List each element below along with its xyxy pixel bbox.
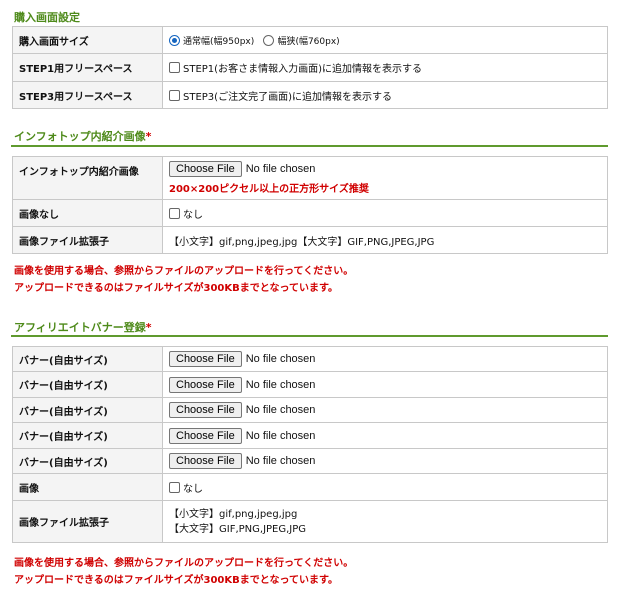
- infotop-image-label: インフォトップ内紹介画像: [12, 156, 163, 200]
- infotop-image-row: インフォトップ内紹介画像 Choose File No file chosen 2…: [12, 156, 608, 200]
- step3-row: STEP3用フリースペース STEP3(ご注文完了画面)に追加情報を表示する: [12, 81, 608, 109]
- size-recommendation: 200×200ピクセル以上の正方形サイズ推奨: [169, 184, 369, 195]
- step3-checkbox[interactable]: [169, 89, 180, 101]
- choose-file-button[interactable]: Choose File: [169, 453, 242, 469]
- step3-option-cell: STEP3(ご注文完了画面)に追加情報を表示する: [162, 81, 608, 109]
- file-name-text: No file chosen: [245, 163, 316, 175]
- purchase-size-row: 購入画面サイズ 通常幅(幅950px) 幅狭(幅760px): [12, 26, 608, 54]
- banner-image-label: 画像: [12, 473, 163, 501]
- banner-label: バナー(自由サイズ): [12, 448, 163, 474]
- choose-file-button[interactable]: Choose File: [169, 427, 242, 444]
- extension-lowercase: 【小文字】gif,png,jpeg,jpg: [169, 508, 298, 520]
- banner-image-option-cell: なし: [162, 473, 608, 501]
- banner-upload-cell: Choose File No file chosen: [162, 448, 608, 474]
- required-mark: *: [145, 321, 152, 334]
- no-image-checkbox[interactable]: [169, 207, 180, 219]
- choose-file-button[interactable]: Choose File: [169, 161, 242, 177]
- banner-image-row: 画像 なし: [12, 473, 608, 501]
- section-divider: [11, 335, 608, 337]
- banner-extension-label: 画像ファイル拡張子: [12, 500, 163, 543]
- banner-upload-cell: Choose File No file chosen: [162, 397, 608, 423]
- banner-row: バナー(自由サイズ) Choose File No file chosen: [12, 346, 608, 372]
- normal-width-radio[interactable]: [169, 34, 180, 46]
- required-mark: *: [145, 130, 152, 143]
- file-name-text: No file chosen: [245, 455, 316, 467]
- purchase-size-options: 通常幅(幅950px) 幅狭(幅760px): [162, 26, 608, 54]
- banner-row: バナー(自由サイズ) Choose File No file chosen: [12, 397, 608, 423]
- file-name-text: No file chosen: [245, 404, 316, 416]
- step3-option-label: STEP3(ご注文完了画面)に追加情報を表示する: [183, 91, 392, 103]
- banner-row: バナー(自由サイズ) Choose File No file chosen: [12, 448, 608, 474]
- file-name-text: No file chosen: [245, 429, 316, 442]
- image-extension-row: 画像ファイル拡張子 【小文字】gif,png,jpeg,jpg【大文字】GIF,…: [12, 226, 608, 254]
- file-name-text: No file chosen: [245, 378, 316, 391]
- banner-upload-cell: Choose File No file chosen: [162, 371, 608, 398]
- purchase-settings-table: 購入画面サイズ 通常幅(幅950px) 幅狭(幅760px) STEP1用フリー…: [12, 26, 608, 109]
- step1-row: STEP1用フリースペース STEP1(お客さま情報入力画面)に追加情報を表示す…: [12, 53, 608, 82]
- affiliate-upload-notice: 画像を使用する場合、参照からファイルのアップロードを行ってください。 アップロー…: [14, 558, 354, 586]
- step3-label: STEP3用フリースペース: [12, 81, 163, 109]
- file-name-text: No file chosen: [245, 353, 316, 365]
- narrow-width-label: 幅狭(幅760px): [277, 36, 340, 47]
- infotop-image-upload-cell: Choose File No file chosen 200×200ピクセル以上の…: [162, 156, 608, 200]
- image-extension-label: 画像ファイル拡張子: [12, 226, 163, 254]
- banner-extension-value: 【小文字】gif,png,jpeg,jpg 【大文字】GIF,PNG,JPEG,…: [162, 500, 608, 543]
- banner-no-image-label: なし: [183, 483, 203, 495]
- choose-file-button[interactable]: Choose File: [169, 376, 242, 393]
- infotop-image-table: インフォトップ内紹介画像 Choose File No file chosen 2…: [12, 156, 608, 254]
- banner-label: バナー(自由サイズ): [12, 397, 163, 423]
- image-extension-value: 【小文字】gif,png,jpeg,jpg【大文字】GIF,PNG,JPEG,J…: [162, 226, 608, 254]
- banner-row: バナー(自由サイズ) Choose File No file chosen: [12, 422, 608, 449]
- choose-file-button[interactable]: Choose File: [169, 402, 242, 418]
- no-image-option-label: なし: [183, 209, 203, 221]
- infotop-upload-notice: 画像を使用する場合、参照からファイルのアップロードを行ってください。 アップロー…: [14, 266, 354, 294]
- narrow-width-radio[interactable]: [263, 34, 275, 46]
- banner-upload-cell: Choose File No file chosen: [162, 346, 608, 372]
- banner-label: バナー(自由サイズ): [12, 346, 163, 372]
- step1-option-cell: STEP1(お客さま情報入力画面)に追加情報を表示する: [162, 53, 608, 82]
- affiliate-banner-table: バナー(自由サイズ) Choose File No file chosen バナー…: [12, 346, 608, 543]
- step1-label: STEP1用フリースペース: [12, 53, 163, 82]
- extension-uppercase: 【大文字】GIF,PNG,JPEG,JPG: [169, 523, 307, 535]
- section-divider: [11, 145, 608, 147]
- step1-checkbox[interactable]: [169, 62, 180, 73]
- purchase-section-title: 購入画面設定: [14, 11, 80, 24]
- no-image-row: 画像なし なし: [12, 199, 608, 227]
- no-image-label: 画像なし: [12, 199, 163, 227]
- normal-width-label: 通常幅(幅950px): [183, 36, 255, 47]
- infotop-section-title: インフォトップ内紹介画像*: [14, 130, 152, 143]
- banner-label: バナー(自由サイズ): [12, 371, 163, 398]
- affiliate-section-title: アフィリエイトバナー登録*: [14, 321, 152, 334]
- banner-extension-row: 画像ファイル拡張子 【小文字】gif,png,jpeg,jpg 【大文字】GIF…: [12, 500, 608, 543]
- choose-file-button[interactable]: Choose File: [169, 351, 242, 367]
- purchase-size-label: 購入画面サイズ: [12, 26, 163, 54]
- banner-upload-cell: Choose File No file chosen: [162, 422, 608, 449]
- banner-no-image-checkbox[interactable]: [169, 481, 180, 493]
- banner-label: バナー(自由サイズ): [12, 422, 163, 449]
- no-image-option-cell: なし: [162, 199, 608, 227]
- banner-row: バナー(自由サイズ) Choose File No file chosen: [12, 371, 608, 398]
- step1-option-label: STEP1(お客さま情報入力画面)に追加情報を表示する: [183, 64, 422, 75]
